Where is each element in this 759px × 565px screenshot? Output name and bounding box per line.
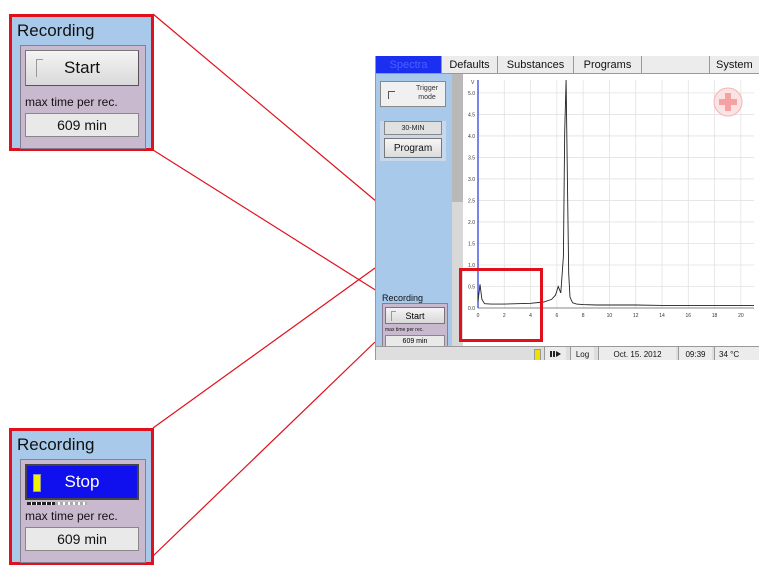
- recording-indicator-icon: [391, 311, 396, 321]
- y-tick-label: 3.5: [468, 155, 475, 161]
- recording-title: Recording: [17, 435, 95, 454]
- program-box: 30-MIN Program: [380, 121, 446, 161]
- start-button[interactable]: Start: [25, 50, 139, 86]
- x-tick-label: 18: [712, 313, 718, 319]
- max-time-label: max time per rec.: [25, 95, 118, 109]
- status-time: 09:39: [678, 347, 712, 360]
- recording-title: Recording: [382, 293, 424, 303]
- status-date: Oct. 15. 2012: [598, 347, 676, 360]
- status-bar: Log Oct. 15. 2012 09:39 34 °C: [376, 346, 759, 360]
- x-tick-label: 16: [686, 313, 692, 319]
- recording-box: Start max time per rec. 609 min: [20, 45, 146, 149]
- max-time-value: 609 min: [25, 527, 139, 551]
- checkbox-icon: [388, 91, 395, 99]
- stop-button[interactable]: Stop: [25, 464, 139, 500]
- x-tick-label: 20: [738, 313, 744, 319]
- max-time-value: 609 min: [25, 113, 139, 137]
- y-tick-label: 4.0: [468, 134, 475, 140]
- start-button[interactable]: Start: [385, 307, 445, 324]
- program-duration: 30-MIN: [384, 121, 442, 135]
- start-button-label: Start: [64, 58, 100, 77]
- y-tick-label: 1.5: [468, 241, 475, 247]
- recording-indicator-icon: [33, 474, 41, 492]
- y-tick-label: 2.5: [468, 198, 475, 204]
- recording-flag-icon: [534, 349, 541, 360]
- record-step-button[interactable]: [544, 347, 566, 360]
- tab-blank: [642, 56, 710, 73]
- trigger-mode-label: Trigger mode: [416, 85, 438, 101]
- scrollbar-thumb[interactable]: [452, 74, 463, 202]
- tab-defaults[interactable]: Defaults: [442, 56, 498, 73]
- zoomed-recording-panel-stop: Recording Stop max time per rec. 609 min: [9, 428, 154, 565]
- add-peak-plus-icon: [725, 93, 731, 111]
- log-button[interactable]: Log: [570, 347, 594, 360]
- tab-bar: Spectra Defaults Substances Programs Sys…: [376, 56, 759, 74]
- sidebar: Trigger mode 30-MIN Program Recording Sta…: [376, 74, 452, 349]
- y-tick-label: 5.0: [468, 91, 475, 97]
- y-tick-label: 2.0: [468, 220, 475, 226]
- max-time-label: max time per rec.: [25, 509, 118, 523]
- y-tick-label: 4.5: [468, 112, 475, 118]
- x-tick-label: 8: [582, 313, 585, 319]
- recording-title: Recording: [17, 21, 95, 40]
- x-tick-label: 6: [555, 313, 558, 319]
- tab-spectra[interactable]: Spectra: [376, 56, 442, 73]
- y-unit-label: V: [471, 80, 475, 86]
- trigger-mode-checkbox[interactable]: Trigger mode: [380, 81, 446, 107]
- tab-programs[interactable]: Programs: [574, 56, 642, 73]
- stop-button-label: Stop: [64, 472, 100, 491]
- x-tick-label: 14: [659, 313, 665, 319]
- recording-indicator-icon: [36, 59, 43, 77]
- recording-progress-bar: [27, 502, 87, 505]
- recording-highlight-frame: [459, 268, 543, 342]
- program-button[interactable]: Program: [384, 138, 442, 158]
- recording-box: Start max time per rec. 609 min: [382, 303, 448, 349]
- zoomed-recording-panel-start: Recording Start max time per rec. 609 mi…: [9, 14, 154, 151]
- record-step-icon: [549, 351, 561, 357]
- recording-box: Stop max time per rec. 609 min: [20, 459, 146, 563]
- app-window: Spectra Defaults Substances Programs Sys…: [375, 56, 759, 360]
- tab-system[interactable]: System: [710, 56, 759, 73]
- status-temperature: 34 °C: [714, 347, 759, 360]
- max-time-label: max time per rec.: [385, 327, 424, 333]
- x-tick-label: 10: [607, 313, 613, 319]
- x-tick-label: 12: [633, 313, 639, 319]
- tab-substances[interactable]: Substances: [498, 56, 574, 73]
- y-tick-label: 3.0: [468, 177, 475, 183]
